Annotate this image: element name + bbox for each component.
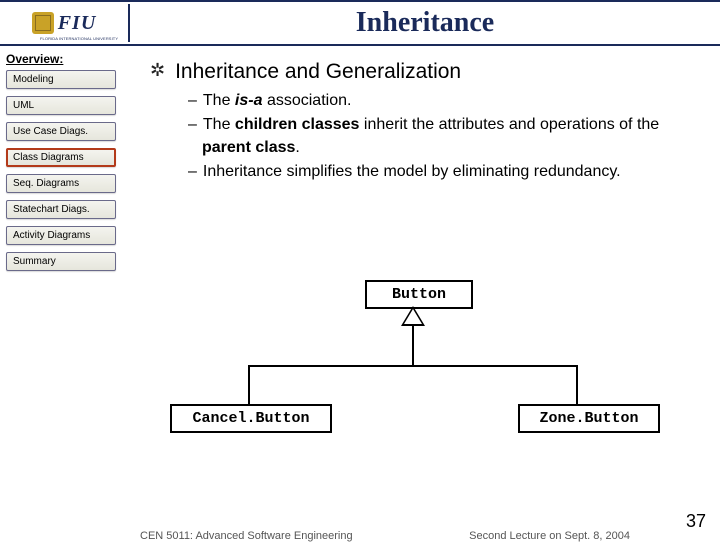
uml-class-child-left: Cancel.Button: [170, 404, 332, 433]
content-heading: Inheritance and Generalization: [175, 60, 461, 84]
footer-date: Second Lecture on Sept. 8, 2004: [469, 530, 630, 542]
bullet-item: –The children classes inherit the attrib…: [188, 114, 695, 159]
sidebar-item-class-diagrams[interactable]: Class Diagrams: [6, 148, 116, 167]
sidebar-item-activity[interactable]: Activity Diagrams: [6, 226, 116, 245]
inheritance-arrow-icon: [401, 306, 425, 326]
sidebar-item-summary[interactable]: Summary: [6, 252, 116, 271]
logo: FIU FLORIDA INTERNATIONAL UNIVERSITY: [0, 4, 130, 42]
sidebar-item-uml[interactable]: UML: [6, 96, 116, 115]
connector-line: [248, 365, 250, 405]
sidebar-item-modeling[interactable]: Modeling: [6, 70, 116, 89]
inheritance-diagram: Button Cancel.Button Zone.Button: [140, 280, 670, 460]
sidebar-item-seq-diagrams[interactable]: Seq. Diagrams: [6, 174, 116, 193]
snowflake-icon: ✲: [150, 60, 165, 82]
connector-line: [412, 326, 414, 366]
page-number: 37: [686, 511, 706, 532]
footer-course: CEN 5011: Advanced Software Engineering: [140, 530, 353, 542]
logo-text: FIU: [58, 12, 97, 35]
sidebar-heading: Overview:: [6, 52, 63, 66]
uml-class-child-right: Zone.Button: [518, 404, 660, 433]
sidebar: Modeling UML Use Case Diags. Class Diagr…: [6, 70, 116, 278]
heading-row: ✲ Inheritance and Generalization: [150, 60, 695, 84]
sidebar-item-statechart[interactable]: Statechart Diags.: [6, 200, 116, 219]
bullet-list: –The is-a association. –The children cla…: [188, 90, 695, 184]
sidebar-item-use-case[interactable]: Use Case Diags.: [6, 122, 116, 141]
connector-line: [576, 365, 578, 405]
connector-line: [248, 365, 578, 367]
bullet-item: –Inheritance simplifies the model by eli…: [188, 161, 695, 183]
slide: FIU FLORIDA INTERNATIONAL UNIVERSITY Inh…: [0, 0, 720, 540]
logo-crest-icon: [32, 12, 54, 34]
bullet-item: –The is-a association.: [188, 90, 695, 112]
logo-subtext: FLORIDA INTERNATIONAL UNIVERSITY: [40, 36, 118, 41]
uml-class-parent: Button: [365, 280, 473, 309]
content-area: ✲ Inheritance and Generalization –The is…: [150, 60, 695, 186]
header-bar: FIU FLORIDA INTERNATIONAL UNIVERSITY Inh…: [0, 0, 720, 46]
page-title: Inheritance: [130, 7, 720, 39]
